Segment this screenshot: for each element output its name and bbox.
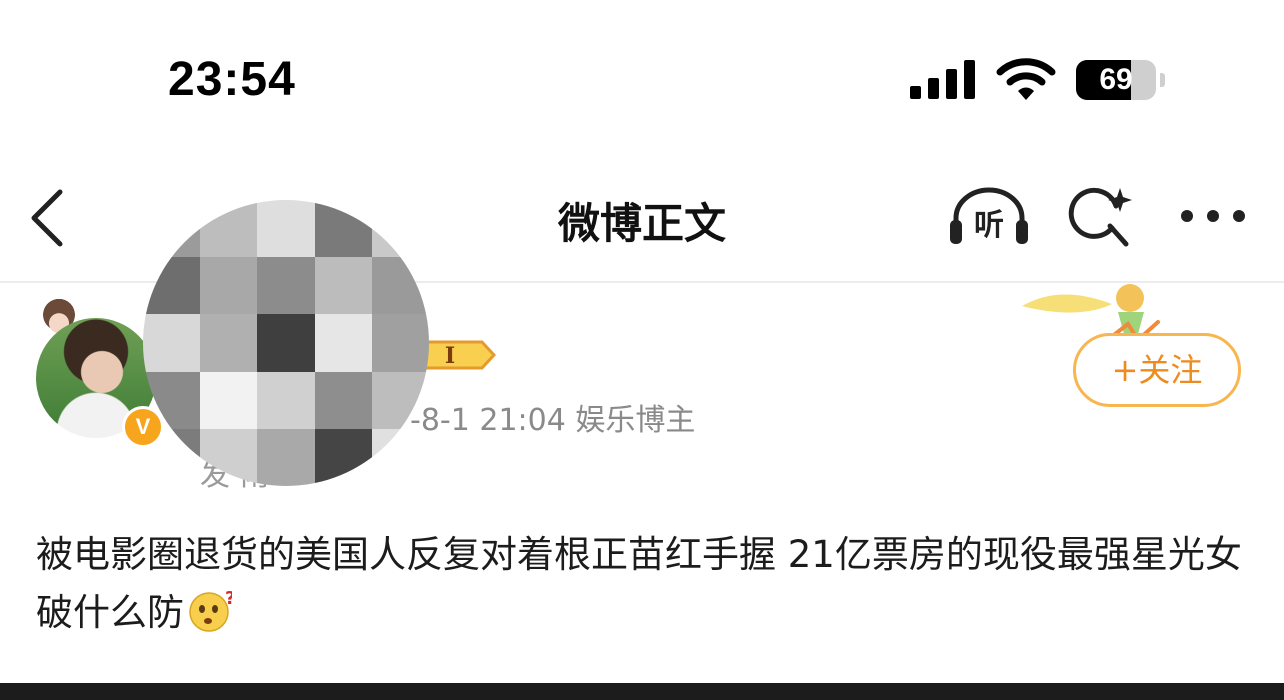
battery-level: 69 [1099,63,1133,96]
mosaic-tile [371,257,429,315]
mosaic-tile [371,314,429,372]
mosaic-tile [200,371,258,429]
cellular-signal-icon [910,60,975,99]
follow-button[interactable]: +关注 [1073,333,1241,407]
post-content: 被电影圈退货的美国人反复对着根正苗红手握 21亿票房的现役最强星光女破什么防 ? [36,526,1256,642]
thinking-face-emoji-icon: ? [189,589,232,632]
mosaic-tile [257,371,315,429]
mosaic-tile [257,200,315,258]
listen-label: 听 [974,208,1004,243]
mosaic-tile [314,257,372,315]
mosaic-tile [314,428,372,486]
search-icon[interactable] [1066,184,1132,250]
more-options-icon[interactable] [1178,206,1248,226]
mosaic-tile [143,257,201,315]
mosaic-tile [200,314,258,372]
wifi-icon [996,58,1056,100]
bottom-bar [0,683,1284,700]
privacy-mosaic [143,200,429,486]
level-badge-text: I [445,343,455,369]
level-badge: I [420,340,496,370]
battery-indicator: 69 [1076,60,1165,100]
status-time: 23:54 [168,53,296,106]
mosaic-tile [200,257,258,315]
mosaic-tile [143,314,201,372]
mosaic-tile [257,428,315,486]
post-time-category: -8-1 21:04 娱乐博主 [410,403,696,438]
mosaic-tile [314,314,372,372]
mosaic-tile [257,314,315,372]
mosaic-tile [257,257,315,315]
mosaic-tile [314,371,372,429]
svg-text:?: ? [225,589,232,609]
listen-button[interactable]: 听 [948,186,1030,248]
verified-v-badge: V [122,406,164,448]
